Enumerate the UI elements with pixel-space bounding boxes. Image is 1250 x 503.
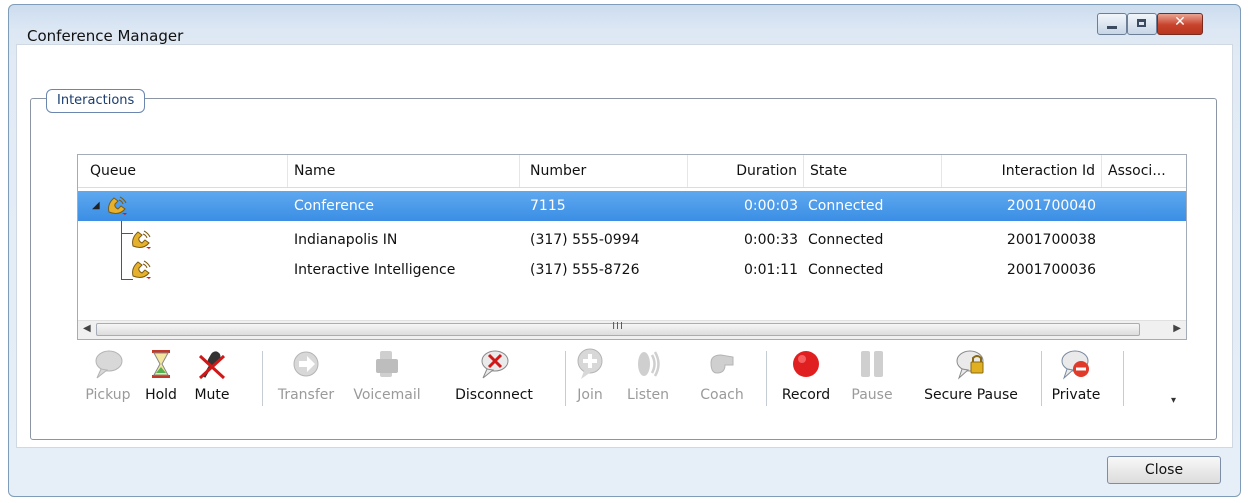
row-name: Interactive Intelligence: [294, 262, 456, 278]
join-plus-icon: [577, 348, 603, 379]
disconnect-label: Disconnect: [455, 387, 533, 403]
toolbar-separator: [262, 351, 263, 406]
toolbar-separator: [766, 351, 767, 406]
row-interaction-id: 2001700036: [1006, 262, 1096, 278]
horizontal-scrollbar[interactable]: ◀ III ▶: [78, 320, 1186, 339]
row-duration: 0:01:11: [744, 262, 798, 278]
row-state: Connected: [808, 198, 884, 214]
record-dot-icon: [793, 351, 819, 377]
table-row[interactable]: ◢ Conference 7115 0:00:03 Connected 2001…: [78, 191, 1186, 221]
column-header-name[interactable]: Name: [288, 155, 520, 187]
toolbar-separator: [565, 351, 566, 406]
mute-button[interactable]: Mute: [183, 343, 241, 413]
secure-pause-lock-icon: [956, 350, 984, 380]
mute-label: Mute: [194, 387, 230, 403]
private-label: Private: [1051, 387, 1101, 403]
transfer-button[interactable]: Transfer: [267, 343, 345, 413]
row-name: Indianapolis IN: [294, 232, 398, 248]
hold-button[interactable]: Hold: [139, 343, 183, 413]
phone-call-icon: [132, 260, 151, 279]
row-state: Connected: [808, 232, 884, 248]
row-number: (317) 555-0994: [530, 232, 640, 248]
coach-label: Coach: [700, 387, 744, 403]
call-toolbar: Pickup Hold Mute Transfer Voicemail Disc…: [77, 343, 1187, 413]
muted-microphone-icon: [198, 351, 226, 380]
coach-whistle-icon: [710, 354, 734, 374]
disconnect-button[interactable]: Disconnect: [429, 343, 559, 413]
secure-pause-button[interactable]: Secure Pause: [903, 343, 1039, 413]
record-button[interactable]: Record: [771, 343, 841, 413]
listen-button[interactable]: Listen: [613, 343, 683, 413]
row-interaction-id: 2001700038: [1006, 232, 1096, 248]
grid-header: Queue Name Number Duration State Interac…: [78, 155, 1186, 188]
interactions-grid[interactable]: Queue Name Number Duration State Interac…: [77, 154, 1187, 340]
maximize-icon: [1137, 19, 1146, 27]
row-number: 7115: [530, 198, 566, 214]
row-interaction-id: 2001700040: [1006, 198, 1096, 214]
voicemail-label: Voicemail: [353, 387, 421, 403]
pause-label: Pause: [851, 387, 893, 403]
row-duration: 0:00:33: [744, 232, 798, 248]
maximize-button[interactable]: [1127, 13, 1157, 35]
voicemail-icon: [376, 351, 398, 377]
scrollbar-grip: III: [612, 321, 624, 332]
window-close-button[interactable]: ✕: [1157, 13, 1203, 35]
coach-button[interactable]: Coach: [683, 343, 761, 413]
table-row[interactable]: Interactive Intelligence (317) 555-8726 …: [78, 255, 1186, 285]
phone-call-icon: [132, 230, 151, 249]
toolbar-separator: [1123, 351, 1124, 406]
join-label: Join: [577, 387, 603, 403]
minimize-button[interactable]: [1097, 13, 1127, 35]
hold-label: Hold: [145, 387, 177, 403]
close-icon: ✕: [1174, 14, 1186, 30]
column-header-number[interactable]: Number: [520, 155, 688, 187]
disconnect-icon: [481, 350, 509, 379]
close-button[interactable]: Close: [1107, 456, 1221, 484]
pickup-label: Pickup: [85, 387, 131, 403]
row-name: Conference: [294, 198, 375, 214]
phone-call-icon: [108, 196, 127, 215]
toolbar-separator: [1041, 351, 1042, 406]
pause-icon: [861, 351, 883, 377]
pause-button[interactable]: Pause: [841, 343, 903, 413]
record-label: Record: [781, 387, 831, 403]
scrollbar-thumb[interactable]: III: [96, 321, 1140, 336]
listen-speaker-icon: [638, 351, 660, 377]
minimize-icon: [1107, 26, 1117, 29]
row-duration: 0:00:03: [744, 198, 798, 214]
column-header-interaction-id[interactable]: Interaction Id: [942, 155, 1102, 187]
speech-bubble-icon: [95, 350, 123, 379]
column-header-queue[interactable]: Queue: [78, 155, 288, 187]
scroll-left-icon[interactable]: ◀: [83, 323, 91, 334]
voicemail-button[interactable]: Voicemail: [345, 343, 429, 413]
expand-toggle-icon[interactable]: ◢: [92, 191, 100, 221]
hourglass-icon: [152, 350, 170, 378]
row-number: (317) 555-8726: [530, 262, 640, 278]
transfer-arrow-icon: [293, 351, 319, 377]
interactions-group-label: Interactions: [46, 89, 146, 113]
scroll-right-icon[interactable]: ▶: [1173, 323, 1181, 334]
window-title: Conference Manager: [27, 27, 184, 45]
row-state: Connected: [808, 262, 884, 278]
join-button[interactable]: Join: [567, 343, 613, 413]
private-button[interactable]: Private: [1043, 343, 1109, 413]
transfer-label: Transfer: [277, 387, 335, 403]
toolbar-overflow-icon[interactable]: ▾: [1171, 395, 1183, 407]
listen-label: Listen: [627, 387, 669, 403]
secure-pause-label: Secure Pause: [924, 387, 1018, 403]
column-header-state[interactable]: State: [804, 155, 942, 187]
table-row[interactable]: Indianapolis IN (317) 555-0994 0:00:33 C…: [78, 225, 1186, 255]
pickup-button[interactable]: Pickup: [77, 343, 139, 413]
column-header-associated[interactable]: Associ...: [1102, 155, 1186, 187]
column-header-duration[interactable]: Duration: [688, 155, 804, 187]
private-icon: [1061, 350, 1089, 380]
